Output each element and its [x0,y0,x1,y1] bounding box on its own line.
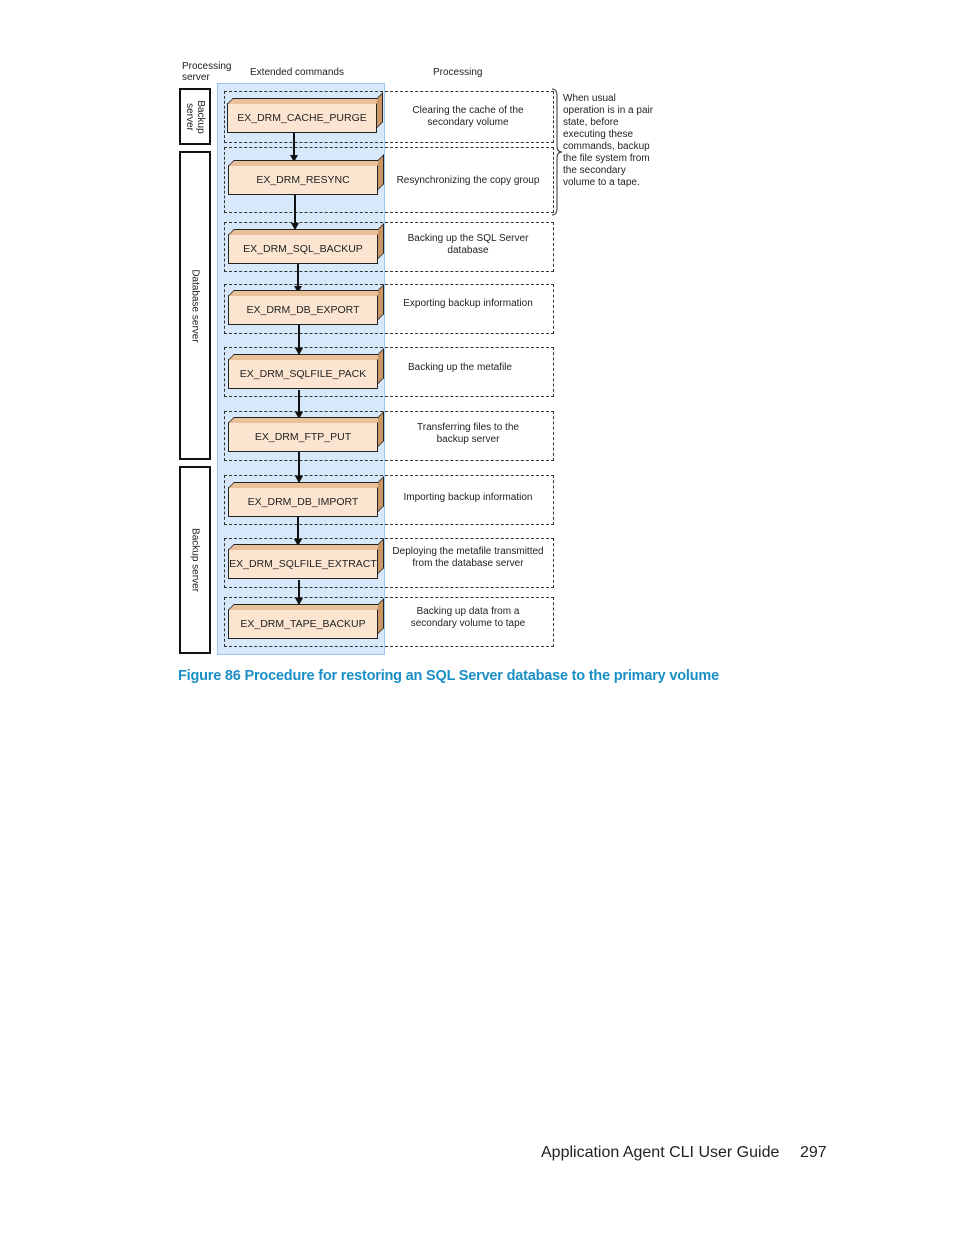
command-box-sql-backup: EX_DRM_SQL_BACKUP [228,234,378,264]
command-box-resync: EX_DRM_RESYNC [228,165,378,195]
processing-text: Resynchronizing the copy group [396,175,540,186]
server-block-database: Database server [179,151,211,460]
flow-arrow [295,580,302,605]
command-box-tape-backup: EX_DRM_TAPE_BACKUP [228,609,378,639]
processing-text: Transferring files to the backup server [417,422,519,445]
flow-arrow [290,133,297,162]
processing-text: Backing up the metafile [408,362,512,373]
command-box-ftp-put: EX_DRM_FTP_PUT [228,422,378,452]
command-box-db-export: EX_DRM_DB_EXPORT [228,295,378,325]
header-extended-commands: Extended commands [250,67,344,78]
command-box-sqlfile-extract: EX_DRM_SQLFILE_EXTRACT [228,549,378,579]
header-processing-server: Processing server [182,61,232,83]
command-box-db-import: EX_DRM_DB_IMPORT [228,487,378,517]
brace-icon [551,88,563,216]
server-label: Backup server [184,99,206,134]
flow-arrow [295,452,302,483]
page-number: 297 [800,1144,827,1161]
flow-arrow [295,325,302,355]
processing-text: Deploying the metafile transmitted from … [392,546,544,569]
processing-text: Importing backup information [403,492,533,503]
flow-arrow [294,517,301,546]
flow-arrow [291,195,298,230]
processing-text: Backing up data from a secondary volume … [410,606,526,629]
server-block-backup-top: Backup server [179,88,211,145]
server-label: Database server [189,268,201,343]
flow-arrow [294,264,301,293]
server-label: Backup server [189,528,201,592]
processing-text: Backing up the SQL Server database [407,233,529,256]
command-box-sqlfile-pack: EX_DRM_SQLFILE_PACK [228,359,378,389]
header-processing: Processing [433,67,483,78]
processing-text: Exporting backup information [403,298,533,309]
footer-title: Application Agent CLI User Guide [541,1144,780,1161]
note-text: When usual operation is in a pair state,… [563,93,654,188]
flow-arrow [295,390,302,419]
server-block-backup-bottom: Backup server [179,466,211,654]
processing-text: Clearing the cache of the secondary volu… [412,105,524,128]
figure-caption: Figure 86 Procedure for restoring an SQL… [178,668,719,684]
command-box-cache-purge: EX_DRM_CACHE_PURGE [227,103,377,133]
